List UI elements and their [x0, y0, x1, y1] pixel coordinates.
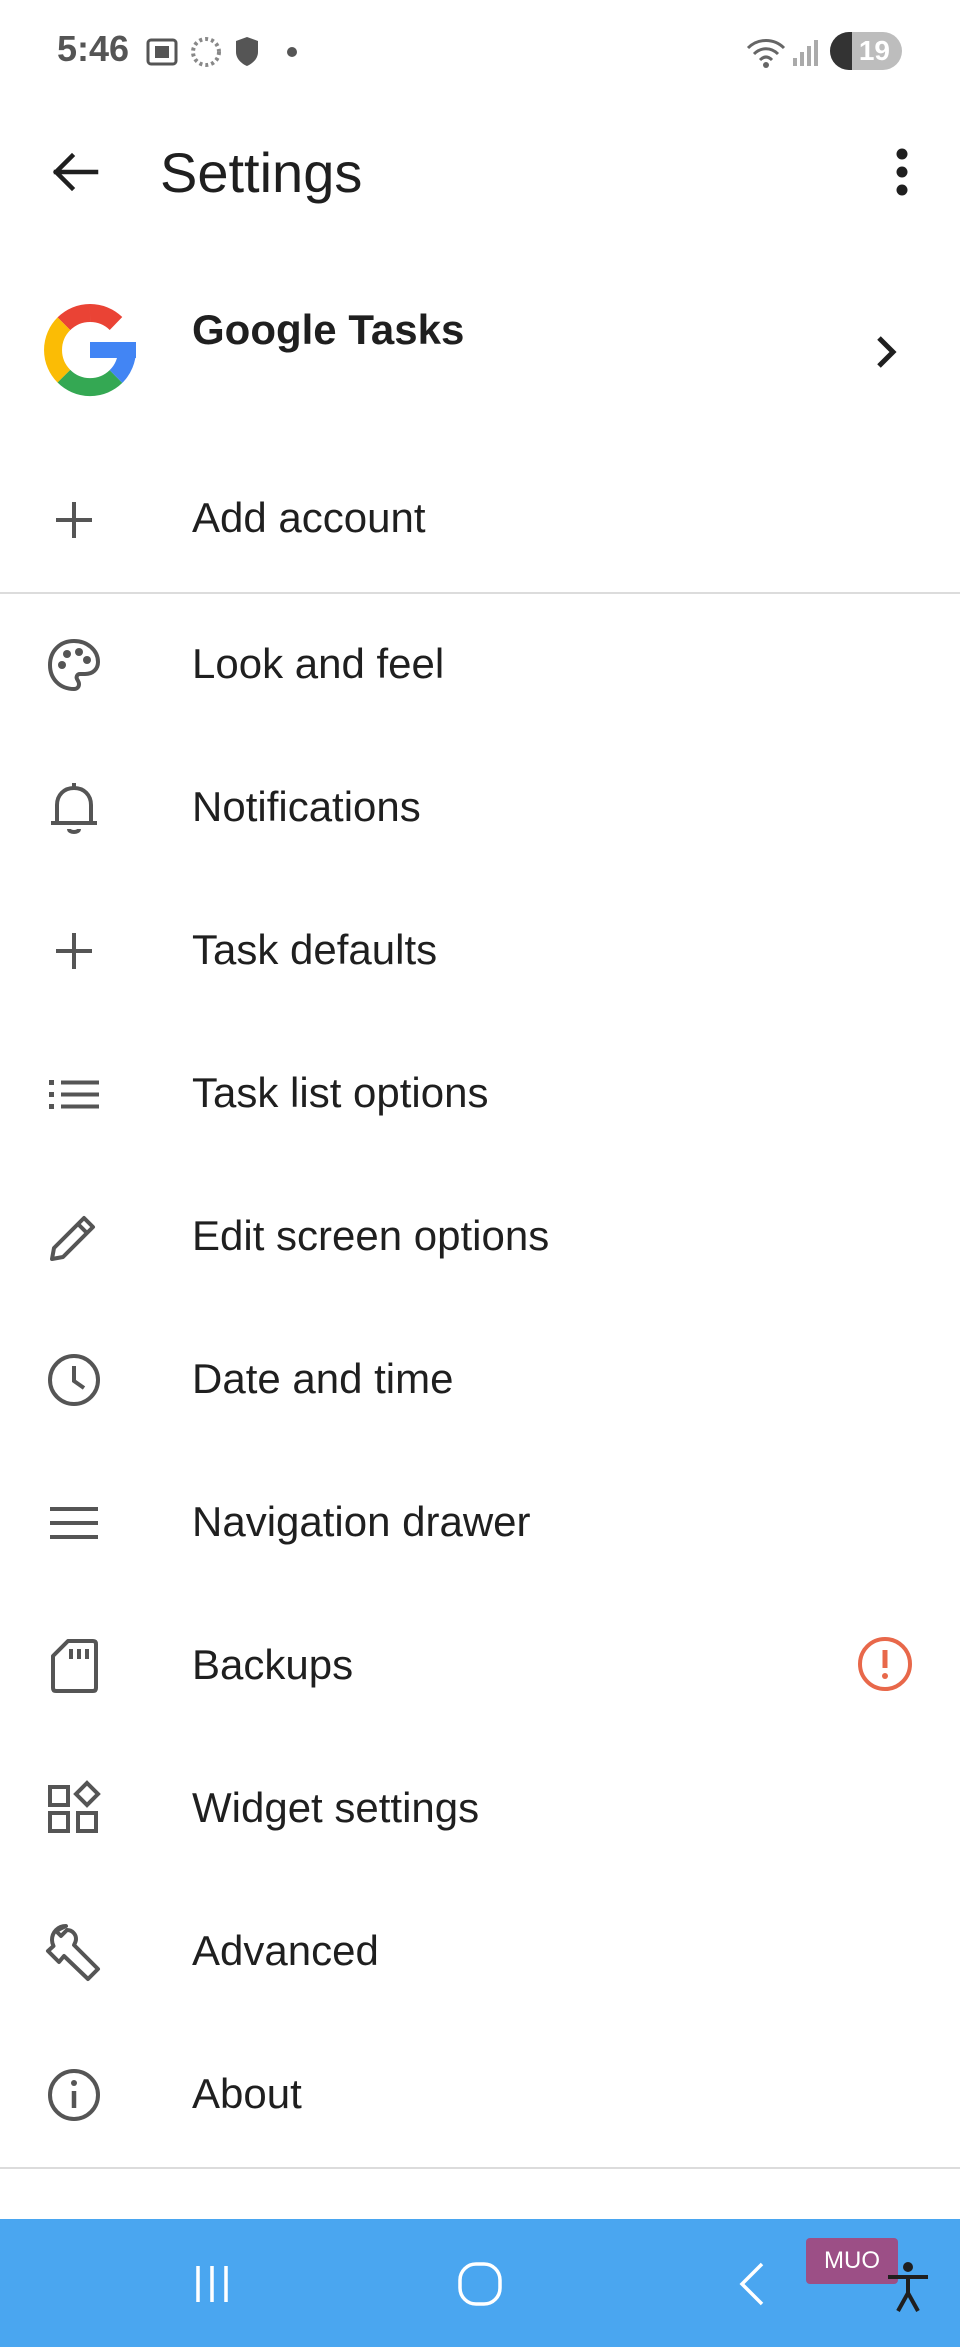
menu-item-label: Notifications: [192, 783, 421, 830]
app-bar: Settings: [0, 104, 960, 240]
dot-icon: [287, 47, 297, 57]
menu-item-date-and-time[interactable]: Date and time: [0, 1309, 960, 1452]
wrench-icon: [42, 1920, 106, 1984]
menu-item-widget-settings[interactable]: Widget settings: [0, 1738, 960, 1881]
back-nav-button[interactable]: [712, 2249, 792, 2319]
menu-icon: [42, 1491, 106, 1555]
bell-icon: [42, 776, 106, 840]
add-account-label: Add account: [192, 494, 426, 541]
divider: [0, 2167, 960, 2169]
info-icon: [42, 2063, 106, 2127]
add-account-row[interactable]: Add account: [0, 470, 960, 570]
home-icon: [458, 2262, 502, 2306]
pencil-icon: [42, 1205, 106, 1269]
menu-item-advanced[interactable]: Advanced: [0, 1881, 960, 2024]
back-button[interactable]: [36, 140, 112, 204]
recents-button[interactable]: [172, 2249, 252, 2319]
menu-item-about[interactable]: About: [0, 2024, 960, 2167]
wifi-icon: [746, 39, 786, 68]
menu-item-edit-screen-options[interactable]: Edit screen options: [0, 1166, 960, 1309]
battery-level: 19: [858, 35, 890, 66]
list-icon: [42, 1062, 106, 1126]
menu-item-label: About: [192, 2070, 302, 2117]
menu-item-label: Widget settings: [192, 1784, 480, 1831]
palette-icon: [42, 633, 106, 697]
menu-item-notifications[interactable]: Notifications: [0, 737, 960, 880]
status-bar: 5:46 19: [0, 0, 960, 104]
account-row[interactable]: Google Tasks: [0, 268, 960, 436]
menu-item-label: Look and feel: [192, 640, 445, 687]
menu-item-look-and-feel[interactable]: Look and feel: [0, 594, 960, 737]
back-icon: [739, 2262, 764, 2306]
recents-icon: [196, 2266, 228, 2302]
loading-icon: [191, 37, 221, 67]
menu-item-label: Advanced: [192, 1927, 379, 1974]
menu-item-backups[interactable]: Backups: [0, 1595, 960, 1738]
menu-item-label: Navigation drawer: [192, 1498, 531, 1545]
widgets-icon: [42, 1777, 106, 1841]
sd-card-icon: [42, 1634, 106, 1698]
screenshot-icon: [146, 38, 178, 66]
more-vert-icon: [896, 148, 908, 196]
menu-item-label: Date and time: [192, 1355, 454, 1402]
battery-indicator: 19: [830, 32, 902, 70]
plus-icon: [42, 488, 106, 552]
menu-item-task-list-options[interactable]: Task list options: [0, 1023, 960, 1166]
shield-icon: [236, 37, 258, 66]
status-time: 5:46: [57, 28, 130, 69]
more-options-button[interactable]: [872, 136, 932, 208]
accessibility-icon[interactable]: [880, 2259, 936, 2315]
account-name: Google Tasks: [192, 306, 465, 353]
menu-item-label: Backups: [192, 1641, 354, 1688]
alert-circle-icon[interactable]: [856, 1635, 914, 1693]
home-button[interactable]: [440, 2249, 520, 2319]
signal-icon: [793, 40, 818, 66]
google-logo-icon: [44, 303, 137, 397]
menu-item-label: Edit screen options: [192, 1212, 550, 1259]
clock-icon: [42, 1348, 106, 1412]
plus-icon: [42, 919, 106, 983]
menu-item-task-defaults[interactable]: Task defaults: [0, 880, 960, 1023]
arrow-back-icon: [52, 152, 99, 192]
system-nav-bar: MUO: [0, 2219, 960, 2347]
menu-item-label: Task defaults: [192, 926, 438, 973]
page-title: Settings: [160, 141, 363, 204]
chevron-right-icon: [877, 336, 897, 368]
menu-item-label: Task list options: [192, 1069, 489, 1116]
menu-item-navigation-drawer[interactable]: Navigation drawer: [0, 1452, 960, 1595]
